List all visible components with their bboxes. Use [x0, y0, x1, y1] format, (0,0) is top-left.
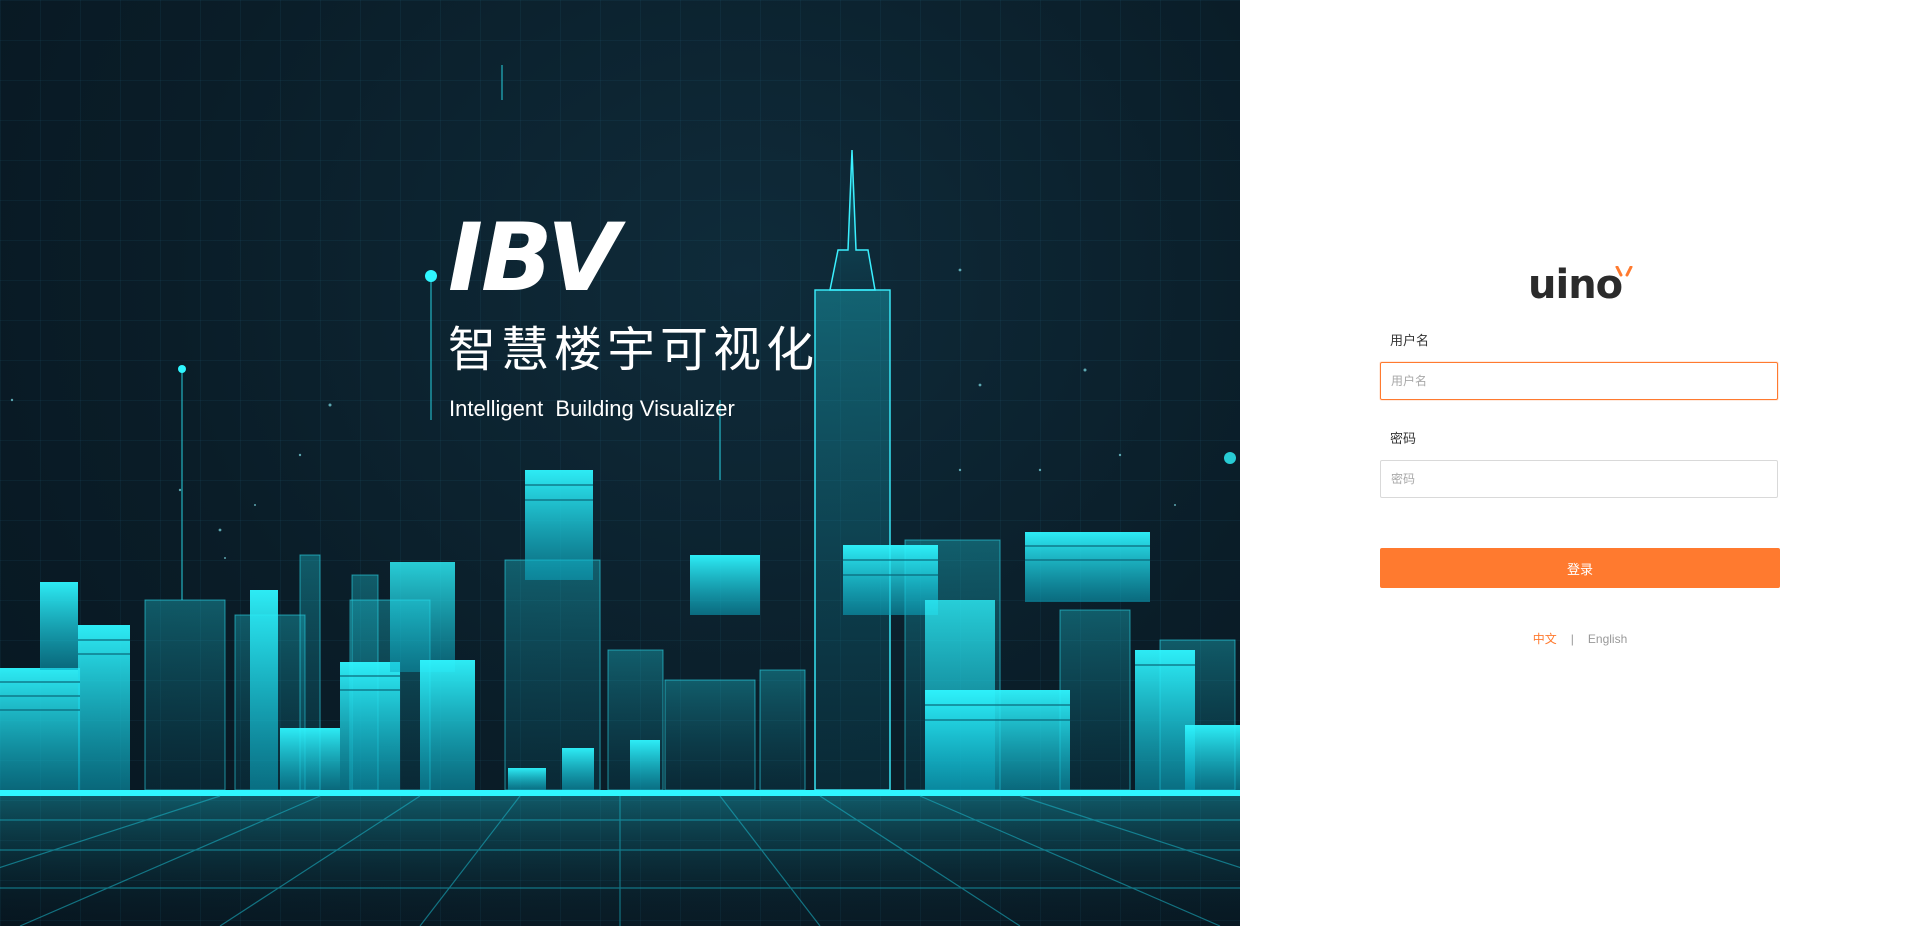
uino-logo-icon: uino: [1528, 262, 1636, 308]
product-subtitle-en: Intelligent Building Visualizer: [449, 396, 735, 421]
product-subtitle-cn: 智慧楼宇可视化: [448, 322, 820, 378]
logo-ears-icon: [1615, 266, 1633, 277]
city-skyline-illustration: [0, 65, 1240, 926]
logo-text: uino: [1528, 262, 1623, 308]
product-title: IBV: [448, 204, 620, 313]
password-label: 密码: [1390, 432, 1417, 447]
language-switcher: 中文 | English: [1240, 630, 1920, 647]
password-input[interactable]: [1380, 460, 1778, 498]
lang-chinese-link[interactable]: 中文: [1533, 632, 1557, 646]
login-panel: uino 用户名 密码 登录 中文 | English: [1240, 0, 1920, 926]
username-input[interactable]: [1380, 362, 1778, 400]
login-button[interactable]: 登录: [1380, 548, 1780, 588]
hero-panel: IBV 智慧楼宇可视化 Intelligent Building Visuali…: [0, 0, 1240, 926]
lang-separator: |: [1570, 632, 1574, 646]
lang-english-link[interactable]: English: [1588, 632, 1627, 646]
username-label: 用户名: [1390, 334, 1430, 349]
